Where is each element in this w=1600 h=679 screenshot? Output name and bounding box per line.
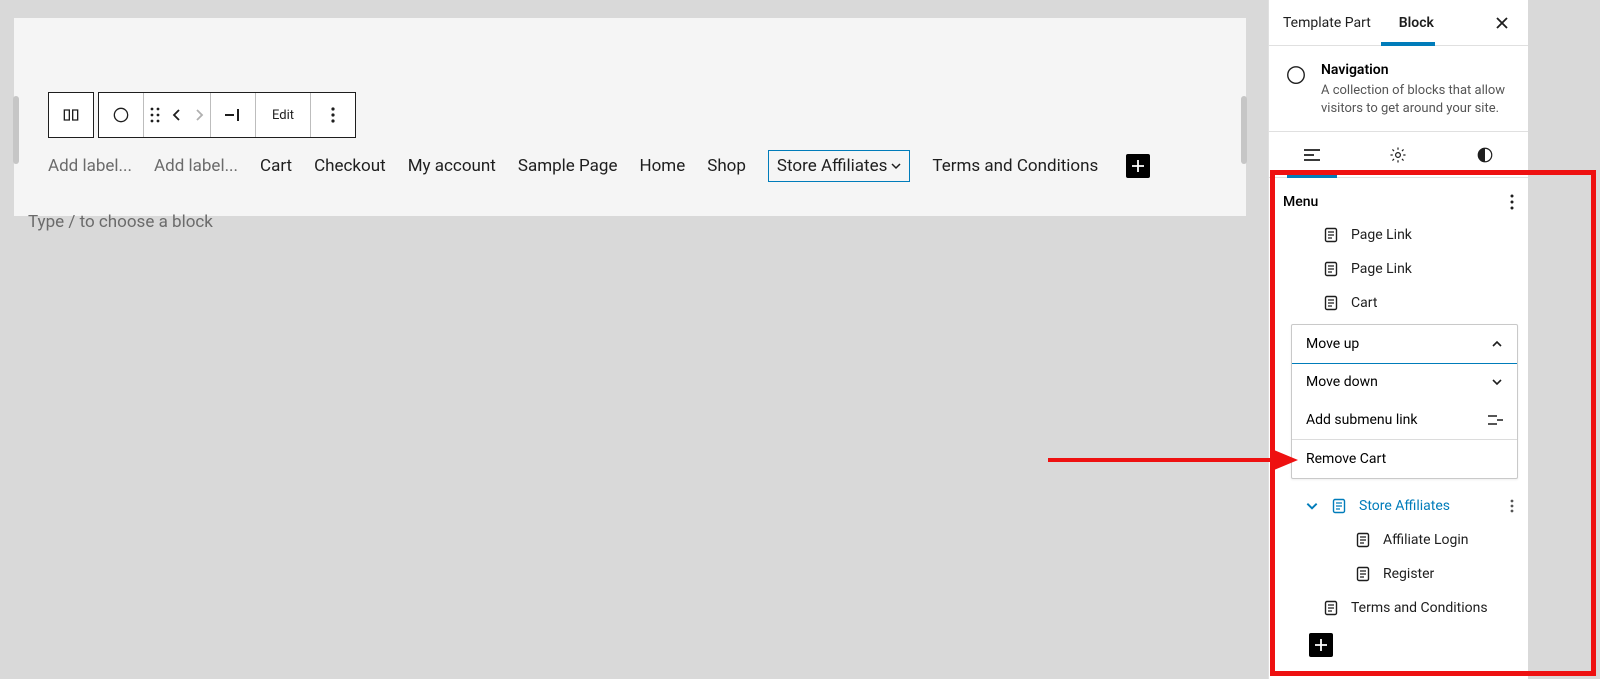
- ctx-move-down[interactable]: Move down: [1292, 363, 1517, 401]
- plus-icon: [1314, 638, 1328, 652]
- ctx-label: Move up: [1306, 336, 1359, 352]
- ctx-label: Add submenu link: [1306, 412, 1417, 428]
- list-item-label: Cart: [1351, 295, 1377, 311]
- item-context-menu: Move up Move down Add submenu link Remov…: [1291, 324, 1518, 479]
- toolbar-group-main: Edit: [98, 92, 356, 138]
- page-link-icon: [1321, 598, 1341, 618]
- inspector-panel: Template Part Block Navigation A collect…: [1268, 0, 1528, 679]
- nav-item-home[interactable]: Home: [639, 156, 685, 176]
- submenu-icon: [1487, 414, 1503, 426]
- tab-template-part[interactable]: Template Part: [1269, 0, 1385, 46]
- chevron-down-icon: [1491, 376, 1503, 388]
- subtab-settings[interactable]: [1355, 132, 1441, 177]
- panel-title: Menu: [1283, 194, 1318, 210]
- menu-list: Page Link Page Link Cart Move up Move: [1269, 216, 1528, 659]
- add-menu-item-button[interactable]: [1309, 633, 1333, 657]
- list-item-label: Page Link: [1351, 261, 1412, 277]
- block-description: Navigation A collection of blocks that a…: [1269, 46, 1528, 132]
- block-title: Navigation: [1321, 62, 1512, 78]
- list-view-icon: [1302, 148, 1322, 162]
- add-nav-item-button[interactable]: [1126, 154, 1150, 178]
- nav-item-sample-page[interactable]: Sample Page: [518, 156, 618, 176]
- more-vertical-icon: [1510, 194, 1514, 210]
- nav-item-label: Store Affiliates: [777, 156, 887, 176]
- list-item[interactable]: Terms and Conditions: [1269, 591, 1528, 625]
- toolbar-group-parent: [48, 92, 94, 138]
- navigation-block-button[interactable]: [99, 93, 143, 137]
- ctx-move-up[interactable]: Move up: [1291, 324, 1518, 364]
- menu-panel: Menu Page Link Page Link Cart: [1269, 178, 1528, 671]
- list-item-label: Store Affiliates: [1359, 498, 1450, 514]
- tab-block[interactable]: Block: [1385, 0, 1448, 46]
- row-options-button[interactable]: [1510, 499, 1514, 513]
- block-desc: A collection of blocks that allow visito…: [1321, 82, 1512, 117]
- move-down-button: [188, 93, 210, 137]
- slash-placeholder[interactable]: Type / to choose a block: [28, 212, 213, 232]
- select-parent-button[interactable]: [49, 93, 93, 137]
- page-link-icon: [1329, 496, 1349, 516]
- block-toolbar: Edit: [48, 92, 356, 138]
- resize-handle-left[interactable]: [13, 96, 19, 164]
- inspector-subtabs: [1269, 132, 1528, 178]
- nav-item-terms[interactable]: Terms and Conditions: [932, 156, 1098, 176]
- drag-handle[interactable]: [144, 93, 166, 137]
- subtab-list-view[interactable]: [1269, 132, 1355, 177]
- page-link-icon: [1353, 530, 1373, 550]
- nav-placeholder-1[interactable]: Add label...: [48, 156, 132, 176]
- list-item-store-affiliates[interactable]: Store Affiliates: [1269, 489, 1528, 523]
- nav-item-checkout[interactable]: Checkout: [314, 156, 386, 176]
- ctx-label: Move down: [1306, 374, 1378, 390]
- list-item-label: Affiliate Login: [1383, 532, 1469, 548]
- chevron-left-icon: [171, 108, 183, 122]
- more-vertical-icon: [331, 107, 335, 123]
- subtab-styles[interactable]: [1442, 132, 1528, 177]
- list-item[interactable]: Affiliate Login: [1269, 523, 1528, 557]
- chevron-down-icon: [891, 161, 901, 171]
- styles-icon: [1476, 146, 1494, 164]
- navigation-icon: [111, 105, 131, 125]
- list-item-label: Terms and Conditions: [1351, 600, 1488, 616]
- ctx-remove[interactable]: Remove Cart: [1292, 440, 1517, 478]
- edit-button[interactable]: Edit: [256, 93, 310, 137]
- page-link-icon: [1353, 564, 1373, 584]
- chevron-up-icon: [1491, 338, 1503, 350]
- list-item[interactable]: Register: [1269, 557, 1528, 591]
- panel-menu-button[interactable]: [1510, 194, 1514, 210]
- ctx-label: Remove Cart: [1306, 451, 1386, 467]
- justify-button[interactable]: [211, 93, 255, 137]
- list-item[interactable]: Page Link: [1269, 218, 1528, 252]
- nav-item-cart[interactable]: Cart: [260, 156, 292, 176]
- navigation-icon: [1285, 64, 1307, 86]
- navigation-block[interactable]: Add label... Add label... Cart Checkout …: [48, 150, 1228, 182]
- more-vertical-icon: [1510, 499, 1514, 513]
- page-link-icon: [1321, 259, 1341, 279]
- chevron-down-icon: [1305, 499, 1319, 513]
- list-item[interactable]: Page Link: [1269, 252, 1528, 286]
- plus-icon: [1131, 159, 1145, 173]
- ctx-add-submenu[interactable]: Add submenu link: [1292, 401, 1517, 439]
- list-item-label: Register: [1383, 566, 1434, 582]
- close-inspector-button[interactable]: [1484, 5, 1520, 41]
- close-icon: [1495, 16, 1509, 30]
- gear-icon: [1389, 146, 1407, 164]
- justify-right-icon: [223, 108, 243, 122]
- inspector-tabs: Template Part Block: [1269, 0, 1528, 46]
- page-link-icon: [1321, 293, 1341, 313]
- template-part-icon: [61, 105, 81, 125]
- list-item-label: Page Link: [1351, 227, 1412, 243]
- page-link-icon: [1321, 225, 1341, 245]
- list-item-cart[interactable]: Cart: [1269, 286, 1528, 320]
- move-up-button[interactable]: [166, 93, 188, 137]
- drag-icon: [149, 106, 161, 124]
- nav-item-store-affiliates[interactable]: Store Affiliates: [768, 150, 910, 182]
- nav-placeholder-2[interactable]: Add label...: [154, 156, 238, 176]
- chevron-right-icon: [193, 108, 205, 122]
- resize-handle-right[interactable]: [1241, 96, 1247, 164]
- editor-canvas: Edit Add label... Add label... Cart Chec…: [14, 18, 1246, 216]
- nav-item-shop[interactable]: Shop: [707, 156, 746, 176]
- annotation-arrow: [1048, 445, 1298, 475]
- nav-item-my-account[interactable]: My account: [408, 156, 496, 176]
- block-options-button[interactable]: [311, 93, 355, 137]
